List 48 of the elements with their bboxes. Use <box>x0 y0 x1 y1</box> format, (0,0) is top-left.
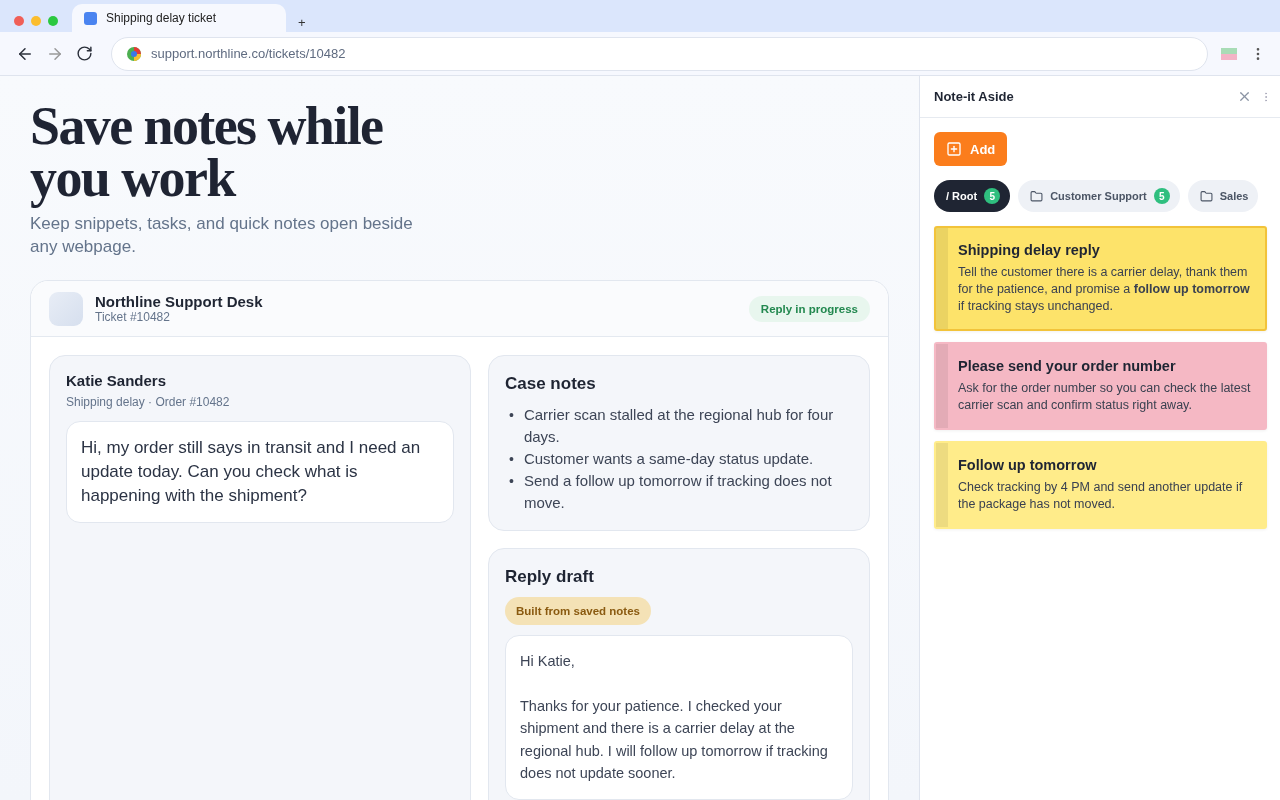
customer-name: Katie Sanders <box>66 372 168 389</box>
site-logo-icon <box>126 45 142 62</box>
ticket-number: Ticket #10482 <box>95 310 171 324</box>
extension-icon[interactable] <box>1220 46 1238 61</box>
reply-draft-field[interactable]: Hi Katie, Thanks for your patience. I checked your shipment and there is a carrier delay at the regional hub. I will follow up tomorrow if tracking does not update sooner. <box>505 635 853 800</box>
note-card[interactable]: Follow up tomorrow Check tracking by 4 PM and send another update if the package has not moved. <box>934 441 1267 529</box>
note-title: Follow up tomorrow <box>958 457 1098 473</box>
note-body: Ask for the order number so you can check the latest carrier scan and confirm status right away. <box>958 380 1252 414</box>
reload-button[interactable] <box>76 45 93 62</box>
count-badge: 5 <box>984 188 1001 204</box>
address-bar[interactable]: support.northline.co/tickets/10482 <box>111 36 1208 71</box>
note-body: Check tracking by 4 PM and send another update if the package has not moved. <box>958 479 1244 513</box>
note-title: Please send your order number <box>958 358 1177 374</box>
reply-draft-title: Reply draft <box>505 567 595 587</box>
folder-chip[interactable]: Sales <box>1187 180 1259 212</box>
minimize-window-dot[interactable] <box>31 16 41 26</box>
customer-meta: Shipping delay · Order #10482 <box>66 395 231 409</box>
case-note-item: Customer wants a same-day status update. <box>523 449 814 469</box>
status-badge: Reply in progress <box>748 295 870 322</box>
desk-logo <box>49 291 83 326</box>
hero-subtitle: Keep snippets, tasks, and quick notes open beside any webpage. <box>30 213 414 258</box>
url-text: support.northline.co/tickets/10482 <box>151 46 346 61</box>
source-badge: Built from saved notes <box>505 597 651 625</box>
new-tab-button[interactable]: + <box>298 15 306 32</box>
bullet-mark: • <box>509 406 514 425</box>
favicon-icon <box>84 11 97 25</box>
count-badge: 5 <box>1153 188 1170 204</box>
folder-chip[interactable]: / Root 5 <box>934 180 1011 212</box>
customer-message: Hi, my order still says in transit and I need an update today. Can you check what is happening with the shipment? <box>66 421 454 523</box>
desk-name: Northline Support Desk <box>95 293 264 310</box>
panel-title: Note-it Aside <box>934 89 1015 104</box>
folder-chip[interactable]: Customer Support 5 <box>1018 180 1180 212</box>
note-title: Shipping delay reply <box>958 242 1101 258</box>
folder-icon <box>1199 189 1213 203</box>
folder-icon <box>1030 189 1044 203</box>
bullet-mark: • <box>509 472 514 491</box>
close-icon[interactable] <box>1237 89 1252 104</box>
close-window-dot[interactable] <box>14 16 24 26</box>
browser-tab[interactable]: Shipping delay ticket <box>72 4 286 32</box>
case-notes-title: Case notes <box>505 374 597 394</box>
bullet-mark: • <box>509 450 514 469</box>
note-body: Tell the customer there is a carrier delay, thank them for the patience, and promise a follow up tomorrow if tracking stays unchanged. <box>958 264 1251 315</box>
note-card[interactable]: Please send your order number Ask for the order number so you can check the latest carrier scan and confirm status right away. <box>934 342 1267 430</box>
case-note-item: Send a follow up tomorrow if tracking does not move. <box>523 471 833 513</box>
maximize-window-dot[interactable] <box>48 16 58 26</box>
case-note-item: Carrier scan stalled at the regional hub for four days. <box>523 405 835 447</box>
note-card[interactable]: Shipping delay reply Tell the customer there is a carrier delay, thank them for the patience, and promise a follow up tomorrow if tracking stays unchanged. <box>934 226 1267 331</box>
plus-square-icon <box>946 141 962 157</box>
